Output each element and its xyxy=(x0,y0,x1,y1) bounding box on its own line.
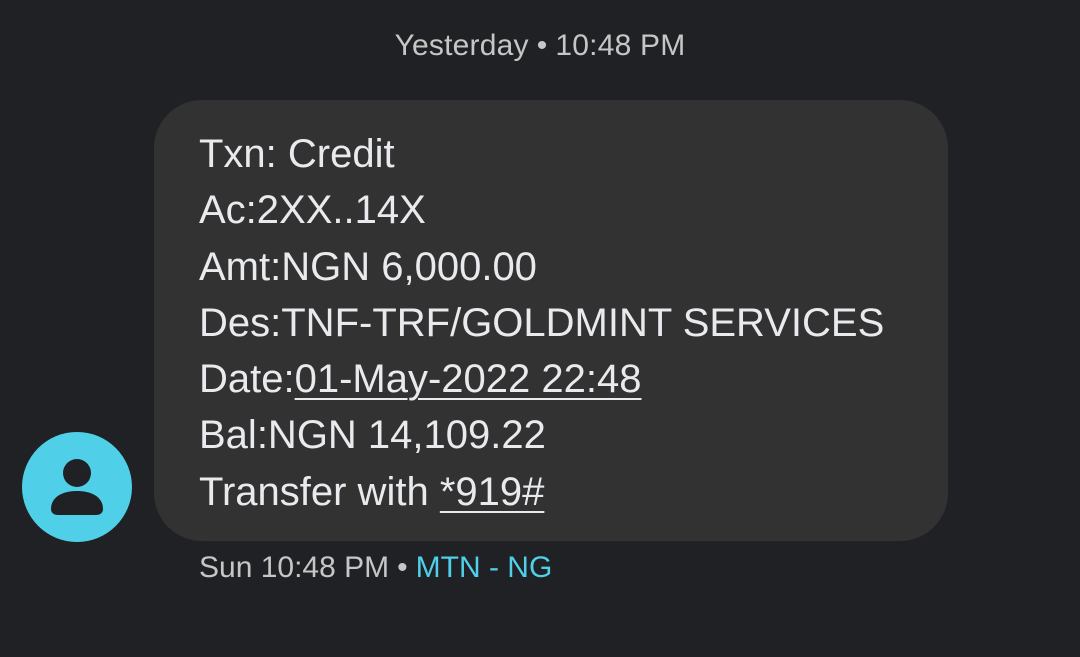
message-footer: Sun 10:48 PM • MTN - NG xyxy=(199,546,552,590)
message-bubble[interactable]: Txn: Credit Ac:2XX..14X Amt:NGN 6,000.00… xyxy=(154,100,948,541)
transfer-label: Transfer with xyxy=(199,469,440,514)
date-divider: Yesterday • 10:48 PM xyxy=(0,24,1080,68)
ussd-code-link[interactable]: *919# xyxy=(440,470,545,514)
person-icon xyxy=(51,459,103,515)
sim-label: MTN - NG xyxy=(415,551,553,584)
message-time: Sun 10:48 PM xyxy=(199,551,390,584)
date-link[interactable]: 01-May-2022 22:48 xyxy=(295,357,642,401)
date-label: Date: xyxy=(199,357,295,402)
message-line-date: Date:01-May-2022 22:48 xyxy=(199,351,928,407)
date-divider-time: 10:48 PM xyxy=(555,29,686,62)
footer-separator: • xyxy=(397,551,408,584)
message-line-account: Ac:2XX..14X xyxy=(199,188,426,233)
date-divider-day: Yesterday xyxy=(394,29,529,62)
date-divider-separator: • xyxy=(536,29,548,62)
avatar[interactable] xyxy=(22,432,132,542)
message-line-description: Des:TNF-TRF/GOLDMINT SERVICES xyxy=(199,300,885,345)
message-line-transfer: Transfer with *919# xyxy=(199,464,928,520)
message-line-txn: Txn: Credit xyxy=(199,132,395,176)
message-line-amount: Amt:NGN 6,000.00 xyxy=(199,244,537,289)
message-line-balance: Bal:NGN 14,109.22 xyxy=(199,413,546,458)
